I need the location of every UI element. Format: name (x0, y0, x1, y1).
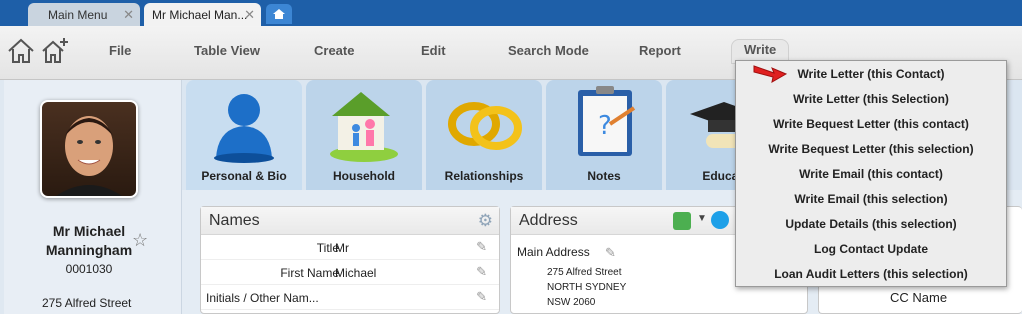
person-photo-icon (56, 116, 122, 196)
names-panel-title: Names (209, 212, 260, 229)
address-panel-title: Address (519, 212, 578, 229)
menu-search-mode[interactable]: Search Mode (508, 43, 589, 58)
field-row-first-name: First Name Michael ✎ (201, 260, 499, 285)
menu-edit[interactable]: Edit (421, 43, 446, 58)
menu-item-loan-audit-letters[interactable]: Loan Audit Letters (this selection) (736, 261, 1006, 286)
field-row-initials: Initials / Other Nam... ✎ (201, 285, 499, 310)
pencil-icon[interactable]: ✎ (476, 289, 487, 305)
contact-address: 275 Alfred Street (42, 296, 132, 310)
rings-icon (448, 102, 522, 150)
menu-report[interactable]: Report (639, 43, 681, 58)
notes-clipboard-icon: ? (578, 86, 636, 156)
cc-name-label: CC Name (890, 290, 948, 305)
tab-notes[interactable]: ? Notes (546, 80, 662, 190)
names-panel: Names ⚙ Title Mr ✎ First Name Michael ✎ … (200, 206, 500, 314)
pointer-arrow-icon (753, 65, 788, 83)
home-icon[interactable] (6, 36, 36, 66)
menu-item-write-email-contact[interactable]: Write Email (this contact) (736, 161, 1006, 186)
field-label: Initials / Other Nam... (206, 291, 319, 305)
menu-table-view[interactable]: Table View (194, 43, 260, 58)
tab-personal-bio[interactable]: Personal & Bio (186, 80, 302, 190)
address-line-1: 275 Alfred Street (547, 267, 622, 278)
new-tab-home-button[interactable] (266, 4, 292, 24)
menu-item-write-bequest-letter-contact[interactable]: Write Bequest Letter (this contact) (736, 111, 1006, 136)
menu-item-log-contact-update[interactable]: Log Contact Update (736, 236, 1006, 261)
address-line-3: NSW 2060 (547, 297, 596, 308)
tab-main-menu-label: Main Menu (48, 8, 108, 22)
tab-main-menu[interactable]: Main Menu ✕ (28, 3, 140, 26)
gear-icon[interactable]: ⚙ (478, 211, 493, 231)
tab-contact[interactable]: Mr Michael Man... ✕ (144, 3, 261, 26)
menu-item-write-letter-selection[interactable]: Write Letter (this Selection) (736, 86, 1006, 111)
write-dropdown-menu: Write Letter (this Contact) Write Letter… (735, 60, 1007, 287)
chevron-down-icon[interactable]: ▼ (697, 213, 707, 224)
pencil-icon[interactable]: ✎ (605, 245, 616, 261)
person-icon (214, 94, 274, 163)
pencil-icon[interactable]: ✎ (476, 239, 487, 255)
close-icon[interactable]: ✕ (244, 7, 255, 23)
tab-household[interactable]: Household (306, 80, 422, 190)
contact-summary-panel: Mr Michael Manningham ☆ 0001030 275 Alfr… (4, 80, 182, 314)
tab-notes-label: Notes (587, 169, 621, 183)
field-label: First Name (280, 266, 339, 280)
names-panel-header: Names ⚙ (201, 207, 499, 235)
close-icon[interactable]: ✕ (123, 7, 134, 23)
menu-create[interactable]: Create (314, 43, 354, 58)
tab-personal-bio-label: Personal & Bio (201, 169, 287, 183)
contact-photo (40, 100, 138, 198)
map-icon[interactable] (673, 212, 691, 230)
favorite-star-icon[interactable]: ☆ (132, 230, 148, 251)
tab-relationships[interactable]: Relationships (426, 80, 542, 190)
field-value[interactable]: Mr (335, 241, 349, 255)
svg-text:?: ? (598, 111, 612, 141)
tab-strip: Main Menu ✕ Mr Michael Man... ✕ (0, 0, 1022, 26)
pencil-icon[interactable]: ✎ (476, 264, 487, 280)
field-row-title: Title Mr ✎ (201, 235, 499, 260)
field-value[interactable]: Michael (335, 266, 376, 280)
main-address-label: Main Address (517, 245, 590, 259)
add-home-icon[interactable] (40, 36, 70, 66)
menu-item-update-details-selection[interactable]: Update Details (this selection) (736, 211, 1006, 236)
contact-id: 0001030 (65, 262, 113, 276)
menu-item-write-bequest-letter-selection[interactable]: Write Bequest Letter (this selection) (736, 136, 1006, 161)
address-line-2: NORTH SYDNEY (547, 282, 627, 293)
tab-relationships-label: Relationships (444, 169, 524, 183)
home-icon (273, 9, 285, 19)
menu-item-write-email-selection[interactable]: Write Email (this selection) (736, 186, 1006, 211)
house-family-icon (330, 92, 398, 162)
menu-file[interactable]: File (109, 43, 131, 58)
skype-icon[interactable] (711, 211, 729, 229)
tab-household-label: Household (333, 169, 395, 183)
tab-contact-label: Mr Michael Man... (152, 8, 248, 22)
